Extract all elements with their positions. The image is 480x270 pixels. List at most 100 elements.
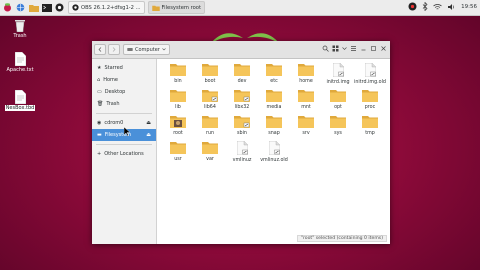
folder-item-snap[interactable]: snap — [258, 115, 290, 141]
eject-icon[interactable]: ⏏ — [146, 120, 151, 126]
folder-item-home[interactable]: home — [290, 63, 322, 89]
text-file-icon — [14, 90, 26, 104]
header-bar: Computer — [92, 41, 390, 59]
folder-icon — [298, 63, 314, 78]
bluetooth-icon[interactable] — [422, 2, 428, 11]
folder-icon — [298, 89, 314, 104]
globe-icon[interactable] — [15, 2, 26, 13]
maximize-icon[interactable] — [370, 45, 377, 52]
folder-item-boot[interactable]: boot — [194, 63, 226, 89]
folder-item-root[interactable]: root — [162, 115, 194, 141]
file-name: libx32 — [234, 105, 250, 110]
sidebar-item-trash[interactable]: 🗑 Trash — [92, 98, 156, 110]
folder-item-lib[interactable]: lib — [162, 89, 194, 115]
sidebar-item-starred[interactable]: ★ Starred — [92, 62, 156, 74]
header-actions — [322, 45, 387, 52]
folder-item-dev[interactable]: dev — [226, 63, 258, 89]
text-file-icon — [14, 52, 26, 66]
sidebar-item-home[interactable]: ⌂ Home — [92, 74, 156, 86]
file-name: home — [299, 79, 313, 84]
folder-icon — [362, 115, 378, 130]
folder-icon — [362, 89, 378, 104]
desktop-icon-apache[interactable]: Apache.txt — [5, 52, 35, 73]
sidebar-item-desktop[interactable]: ▭ Desktop — [92, 86, 156, 98]
minimize-icon[interactable] — [360, 45, 367, 52]
obs-icon[interactable] — [54, 2, 65, 13]
menu-icon[interactable] — [350, 45, 357, 52]
volume-icon[interactable] — [447, 3, 456, 11]
task-filesystem-root[interactable]: Filesystem root — [147, 1, 206, 14]
folder-icon — [170, 141, 186, 156]
task-label: Filesystem root — [161, 4, 202, 11]
folder-item-var[interactable]: var — [194, 141, 226, 167]
file-name: usr — [174, 157, 182, 162]
wifi-icon[interactable] — [433, 3, 442, 11]
folder-icon — [266, 89, 282, 104]
file-name: vmlinuz.old — [260, 158, 288, 163]
sidebar-divider — [96, 144, 152, 145]
folder-item-libx32[interactable]: libx32 — [226, 89, 258, 115]
back-button[interactable] — [94, 44, 106, 55]
optical-drive-icon: ◉ — [97, 120, 102, 126]
folder-item-mnt[interactable]: mnt — [290, 89, 322, 115]
sidebar-item-label: Home — [103, 77, 118, 83]
folder-icon — [330, 115, 346, 130]
taskbar: OBS 26.1.2+dfsg1-2 ... Filesystem root 1… — [0, 0, 480, 16]
file-name: opt — [334, 105, 342, 110]
terminal-icon[interactable] — [41, 2, 52, 13]
folder-icon — [202, 63, 218, 78]
file-name: run — [205, 131, 215, 136]
raspberry-menu-icon[interactable] — [2, 2, 13, 13]
file-manager-window: Computer ★ Starred ⌂ Home ▭ Desktop � — [92, 41, 390, 244]
link-file-icon — [268, 140, 280, 157]
obs-tray-icon[interactable] — [408, 2, 417, 11]
folder-item-opt[interactable]: opt — [322, 89, 354, 115]
file-item-vmlinuz[interactable]: vmlinuz — [226, 140, 258, 167]
close-icon[interactable] — [380, 45, 387, 52]
folder-item-etc[interactable]: etc — [258, 63, 290, 89]
folder-item-lib64[interactable]: lib64 — [194, 89, 226, 115]
file-name: lib — [175, 105, 181, 110]
file-item-vmlinuz-old[interactable]: vmlinuz.old — [258, 140, 290, 167]
desktop-icon-label: Apache.txt — [6, 67, 34, 73]
chevron-down-icon[interactable] — [342, 45, 347, 52]
file-name: vmlinuz — [232, 158, 252, 163]
path-bar-computer[interactable]: Computer — [123, 44, 170, 55]
star-icon: ★ — [97, 65, 102, 71]
file-name: sys — [334, 131, 342, 136]
link-file-icon — [364, 62, 376, 79]
link-folder-icon — [202, 89, 218, 104]
file-item-initrd-img[interactable]: initrd.img — [322, 62, 354, 89]
file-name: media — [266, 105, 282, 110]
obs-icon — [72, 4, 79, 11]
drive-icon: ▬ — [97, 132, 102, 138]
folder-item-srv[interactable]: srv — [290, 115, 322, 141]
desktop-icon-nesbox[interactable]: NesBox.tbd — [4, 90, 36, 111]
folder-icon[interactable] — [28, 2, 39, 13]
clock[interactable]: 19:56 — [461, 4, 477, 10]
sidebar-item-label: cdrom0 — [104, 120, 124, 126]
folder-icon — [151, 5, 160, 11]
link-folder-icon — [234, 115, 250, 130]
folder-item-bin[interactable]: bin — [162, 63, 194, 89]
folder-item-proc[interactable]: proc — [354, 89, 386, 115]
grid-view-icon[interactable] — [332, 45, 339, 52]
folder-item-sys[interactable]: sys — [322, 115, 354, 141]
folder-item-media[interactable]: media — [258, 89, 290, 115]
folder-item-run[interactable]: run — [194, 115, 226, 141]
folder-item-tmp[interactable]: tmp — [354, 115, 386, 141]
search-icon[interactable] — [322, 45, 329, 52]
forward-button[interactable] — [108, 44, 120, 55]
task-obs[interactable]: OBS 26.1.2+dfsg1-2 ... — [68, 1, 145, 14]
sidebar-item-label: Other Locations — [104, 151, 144, 157]
desktop-icon-trash[interactable]: Trash — [5, 18, 35, 39]
folder-item-usr[interactable]: usr — [162, 141, 194, 167]
sidebar-item-other-locations[interactable]: + Other Locations — [92, 148, 156, 160]
plus-icon: + — [97, 151, 102, 157]
folder-item-sbin[interactable]: sbin — [226, 115, 258, 141]
eject-icon[interactable]: ⏏ — [146, 132, 151, 138]
link-file-icon — [236, 140, 248, 157]
sidebar: ★ Starred ⌂ Home ▭ Desktop 🗑 Trash ◉ cdr… — [92, 59, 157, 244]
desktop-icon-label: NesBox.tbd — [4, 105, 36, 111]
file-item-initrd-img-old[interactable]: initrd.img.old — [354, 62, 386, 89]
